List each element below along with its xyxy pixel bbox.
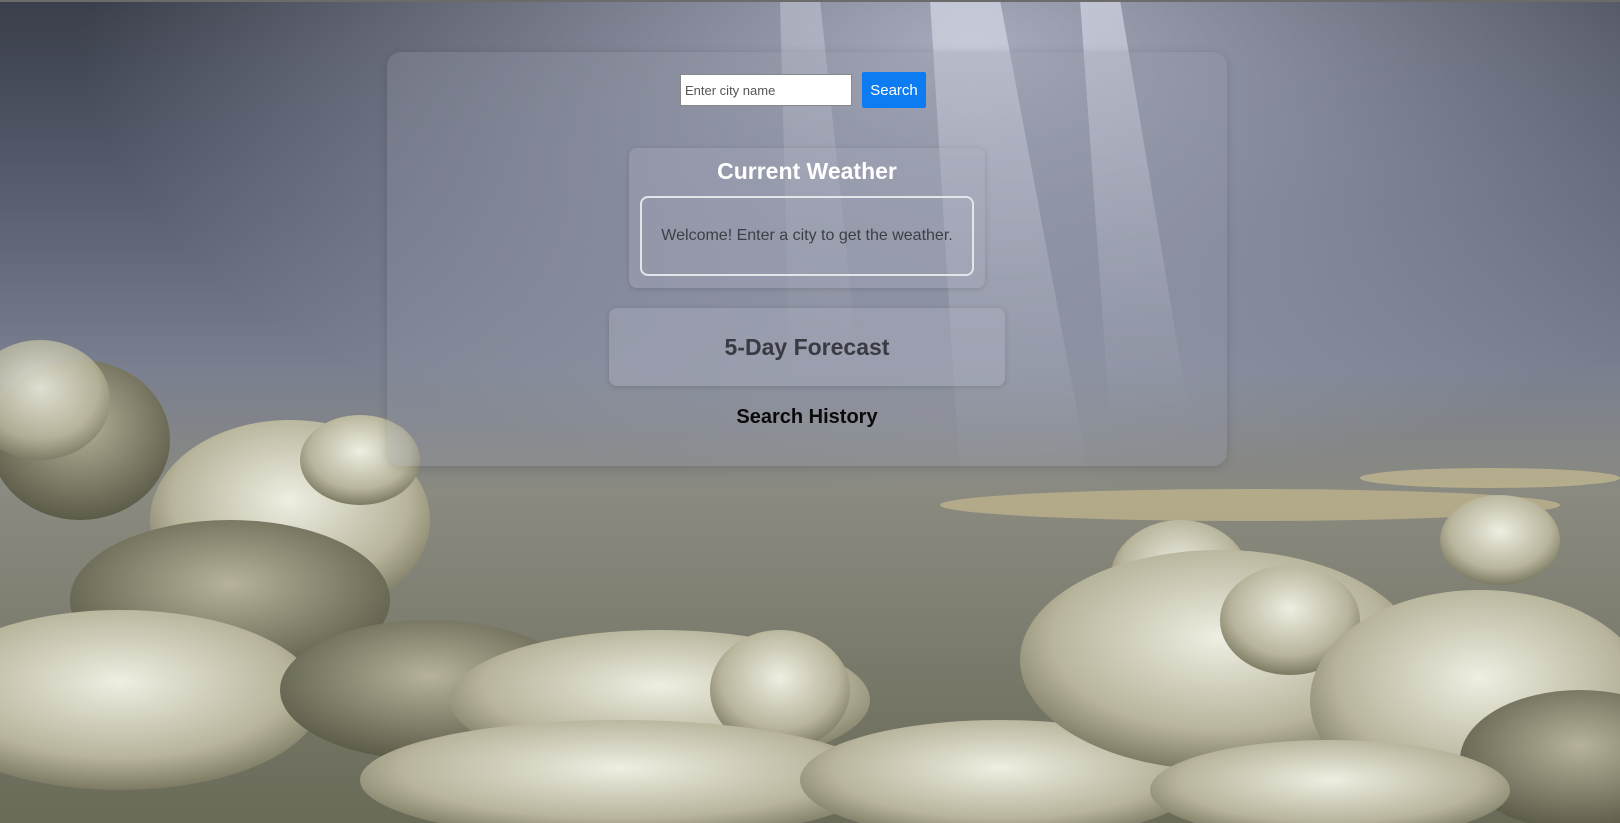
forecast-card: 5-Day Forecast	[609, 308, 1005, 386]
current-weather-card: Current Weather Welcome! Enter a city to…	[629, 148, 985, 288]
search-bar: Search	[680, 72, 926, 108]
window-top-border	[0, 0, 1620, 2]
search-history-title: Search History	[736, 406, 878, 428]
city-search-input[interactable]	[680, 74, 852, 106]
search-button[interactable]: Search	[862, 72, 926, 108]
welcome-message: Welcome! Enter a city to get the weather…	[640, 196, 974, 276]
weather-app-panel: Search Current Weather Welcome! Enter a …	[387, 52, 1227, 466]
current-weather-title: Current Weather	[717, 158, 897, 184]
forecast-title: 5-Day Forecast	[724, 333, 890, 360]
